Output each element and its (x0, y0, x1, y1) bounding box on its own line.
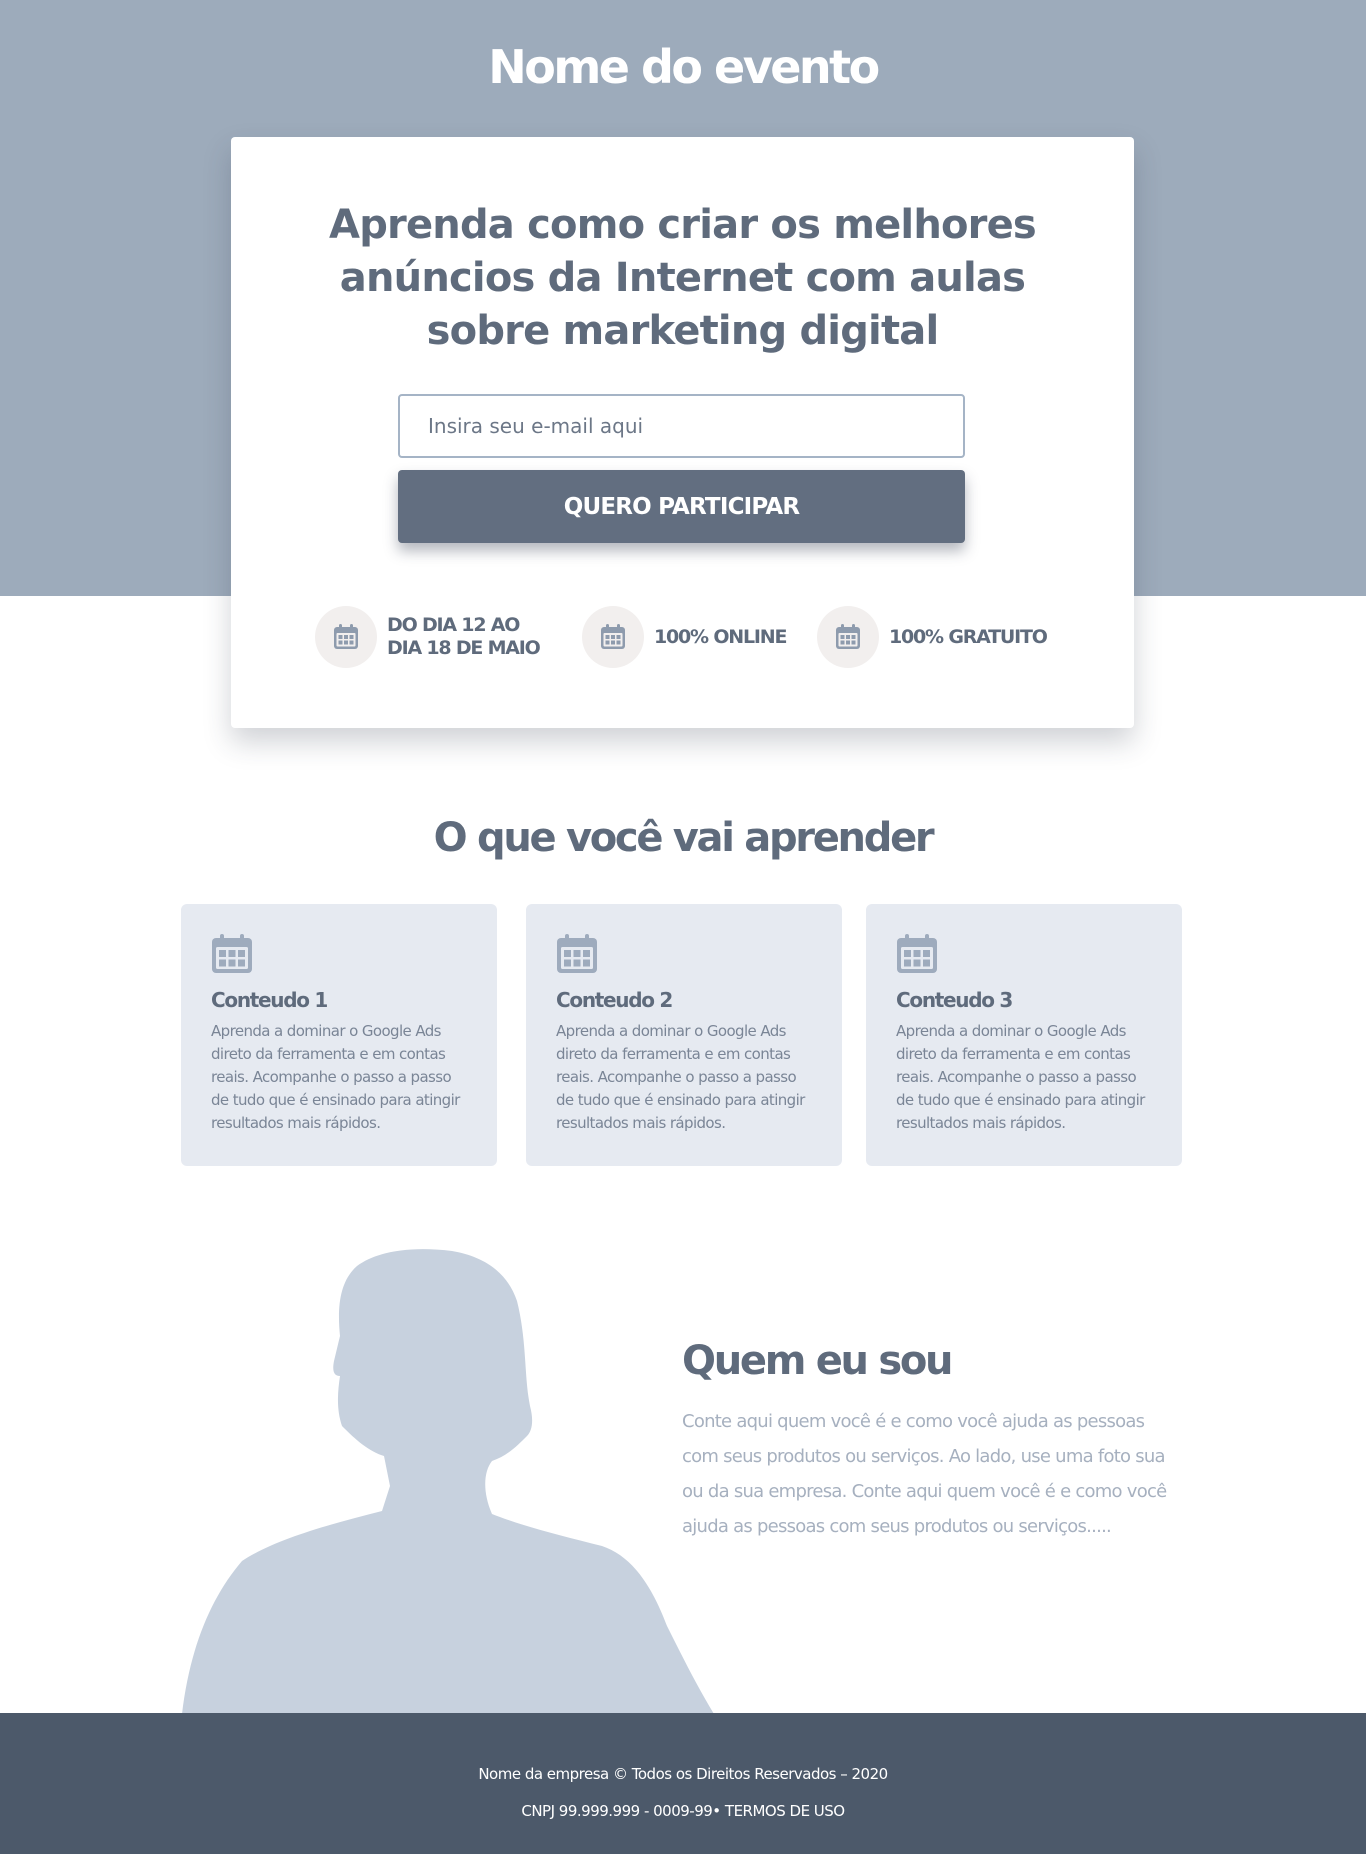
feature-dates: DO DIA 12 AO DIA 18 DE MAIO (315, 606, 541, 668)
person-silhouette-image (182, 1249, 714, 1714)
calendar-icon (315, 606, 377, 668)
content-card-title: Conteudo 2 (556, 988, 673, 1012)
content-card-title: Conteudo 1 (211, 988, 328, 1012)
feature-free: 100% GRATUITO (817, 606, 1048, 668)
footer: Nome da empresa © Todos os Direitos Rese… (0, 1713, 1366, 1854)
feature-free-label: 100% GRATUITO (889, 625, 1048, 648)
event-name: Nome do evento (488, 40, 880, 94)
content-card-3: Conteudo 3 Aprenda a dominar o Google Ad… (866, 904, 1182, 1166)
content-card-text: Aprenda a dominar o Google Ads direto da… (556, 1022, 805, 1132)
learn-section-title: O que você vai aprender (433, 815, 935, 861)
footer-legal[interactable]: CNPJ 99.999.999 - 0009-99• TERMOS DE USO (0, 1802, 1366, 1820)
about-text: Conte aqui quem você é e como você ajuda… (682, 1411, 1167, 1537)
signup-card: Aprenda como criar os melhores anúncios … (231, 137, 1134, 728)
about-title: Quem eu sou (682, 1338, 954, 1384)
calendar-icon (896, 934, 938, 978)
content-card-2: Conteudo 2 Aprenda a dominar o Google Ad… (526, 904, 842, 1166)
calendar-icon (556, 934, 598, 978)
feature-online: 100% ONLINE (582, 606, 787, 668)
participate-button[interactable]: QUERO PARTICIPAR (398, 470, 965, 543)
calendar-icon (211, 934, 253, 978)
feature-online-label: 100% ONLINE (654, 625, 787, 648)
footer-copyright: Nome da empresa © Todos os Direitos Rese… (478, 1765, 888, 1783)
content-card-text: Aprenda a dominar o Google Ads direto da… (896, 1022, 1145, 1132)
headline: Aprenda como criar os melhores anúncios … (329, 202, 1037, 354)
feature-dates-label: DO DIA 12 AO DIA 18 DE MAIO (387, 614, 541, 659)
content-card-text: Aprenda a dominar o Google Ads direto da… (211, 1022, 460, 1132)
email-input[interactable] (398, 394, 965, 458)
content-card-1: Conteudo 1 Aprenda a dominar o Google Ad… (181, 904, 497, 1166)
calendar-icon (582, 606, 644, 668)
calendar-icon (817, 606, 879, 668)
content-card-title: Conteudo 3 (896, 988, 1013, 1012)
